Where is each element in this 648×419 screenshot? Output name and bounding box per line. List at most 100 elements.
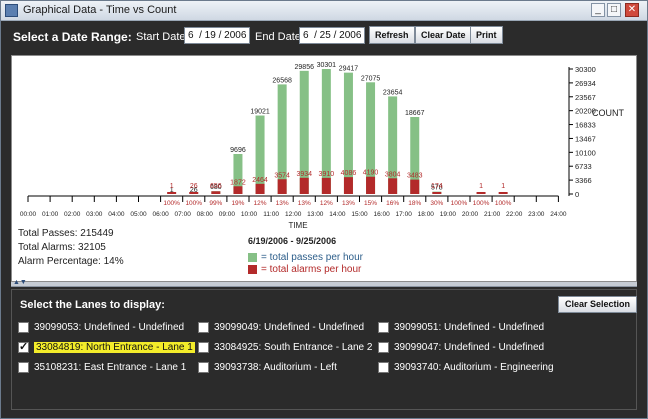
alarms-data-label: 174	[431, 183, 443, 190]
lane-checkbox[interactable]	[198, 361, 209, 373]
x-tick-label: 18:00	[418, 211, 435, 218]
lane-label: 35108231: East Entrance - Lane 1	[34, 361, 187, 373]
alarm-percentage: Alarm Percentage: 14%	[18, 256, 124, 267]
window-title: Graphical Data - Time vs Count	[23, 4, 177, 16]
x-tick-label: 16:00	[373, 211, 390, 218]
alarm-percent-label: 100%	[163, 200, 180, 207]
lane-option[interactable]: 39099047: Undefined - Undefined	[378, 340, 544, 354]
x-tick-label: 22:00	[506, 211, 523, 218]
alarms-data-label: 1	[479, 183, 483, 190]
alarms-data-label: 1872	[230, 179, 246, 186]
lane-label: 39093738: Auditorium - Left	[214, 361, 337, 373]
alarms-data-label: 3804	[385, 171, 401, 178]
lane-checkbox[interactable]	[18, 361, 29, 373]
lane-option[interactable]: 35108231: East Entrance - Lane 1	[18, 360, 186, 374]
lane-option[interactable]: 33084925: South Entrance - Lane 2	[198, 340, 372, 354]
alarm-percent-label: 100%	[495, 200, 512, 207]
lane-checkbox[interactable]	[198, 321, 209, 333]
lane-checkbox[interactable]	[378, 361, 389, 373]
x-tick-label: 15:00	[351, 211, 368, 218]
lanes-panel: Select the Lanes to display: Clear Selec…	[11, 289, 638, 410]
alarms-data-label: 656	[210, 183, 222, 190]
x-tick-label: 02:00	[64, 211, 81, 218]
panel-splitter[interactable]: ▲▼	[11, 279, 637, 287]
legend-alarms-swatch	[248, 264, 257, 274]
lane-option[interactable]: 39099053: Undefined - Undefined	[18, 320, 184, 334]
lane-option[interactable]: 39093740: Auditorium - Engineering	[378, 360, 554, 374]
lane-label: 39099051: Undefined - Undefined	[394, 321, 545, 333]
splitter-arrow-icon[interactable]: ▲▼	[13, 279, 27, 286]
x-tick-label: 10:00	[241, 211, 258, 218]
lane-label: 39099049: Undefined - Undefined	[214, 321, 365, 333]
chart-panel: 30300 26934 23567 20200 16833 13467 10100 6733 3…	[11, 55, 637, 282]
alarm-percent-label: 13%	[276, 200, 289, 207]
alarm-percent-label: 100%	[185, 200, 202, 207]
lane-label: 39099047: Undefined - Undefined	[394, 341, 545, 353]
x-tick-label: 06:00	[152, 211, 169, 218]
alarms-data-label: 4190	[363, 170, 379, 177]
alarms-bar	[366, 176, 376, 194]
date-range-label: Select a Date Range:	[13, 30, 132, 44]
start-date-input[interactable]	[184, 27, 250, 44]
alarm-percent-label: 100%	[473, 200, 490, 207]
alarms-data-label: 26	[190, 183, 198, 190]
lane-checkbox[interactable]	[198, 341, 209, 353]
passes-data-label: 18667	[405, 110, 425, 117]
alarms-data-label: 2464	[252, 177, 268, 184]
alarms-bar	[255, 183, 265, 194]
total-alarms: Total Alarms: 32105	[18, 242, 106, 253]
alarms-data-label: 1	[501, 183, 505, 190]
start-date-label: Start Date	[136, 31, 186, 43]
refresh-button[interactable]: Refresh	[369, 26, 415, 44]
alarm-percent-label: 15%	[364, 200, 377, 207]
passes-data-label: 29417	[339, 66, 359, 73]
lane-checkbox[interactable]	[378, 321, 389, 333]
lane-checkbox[interactable]	[378, 341, 389, 353]
lane-option[interactable]: 39099051: Undefined - Undefined	[378, 320, 544, 334]
passes-data-label: 27075	[361, 75, 381, 82]
passes-data-label: 9696	[230, 147, 246, 154]
print-button[interactable]: Print	[470, 26, 503, 44]
x-tick-label: 09:00	[219, 211, 236, 218]
passes-data-label: 26568	[272, 77, 292, 84]
lane-label: 33084925: South Entrance - Lane 2	[214, 341, 373, 353]
alarms-bar	[343, 177, 353, 194]
lane-checkbox[interactable]	[18, 321, 29, 333]
alarm-percent-label: 12%	[320, 200, 333, 207]
alarms-bar	[432, 192, 442, 194]
lanes-title: Select the Lanes to display:	[20, 299, 165, 311]
x-tick-label: 05:00	[130, 211, 147, 218]
y-axis-label: COUNT	[592, 108, 624, 118]
lane-option[interactable]: 39099049: Undefined - Undefined	[198, 320, 364, 334]
lane-checkbox[interactable]	[18, 340, 29, 353]
legend-alarms: = total alarms per hour	[248, 264, 361, 276]
x-tick-label: 12:00	[285, 211, 302, 218]
alarm-percent-label: 18%	[408, 200, 421, 207]
alarms-data-label: 1	[170, 183, 174, 190]
passes-data-label: 29856	[295, 64, 315, 71]
clear-date-button[interactable]: Clear Date	[415, 26, 472, 44]
clear-selection-button[interactable]: Clear Selection	[558, 296, 638, 313]
lane-option[interactable]: 39093738: Auditorium - Left	[198, 360, 337, 374]
x-tick-label: 24:00	[550, 211, 567, 218]
legend-passes: = total passes per hour	[248, 252, 363, 264]
lane-option[interactable]: 33084819: North Entrance - Lane 1	[18, 340, 195, 354]
alarms-bar	[476, 192, 486, 194]
y-tick-label: 3366	[575, 176, 592, 185]
minimize-icon[interactable]: _	[591, 3, 605, 17]
legend-passes-swatch	[248, 252, 257, 262]
x-tick-label: 01:00	[42, 211, 59, 218]
alarms-bar	[233, 186, 243, 194]
alarm-percent-label: 13%	[298, 200, 311, 207]
x-tick-label: 00:00	[20, 211, 37, 218]
x-tick-label: 20:00	[462, 211, 479, 218]
maximize-icon[interactable]: □	[607, 3, 621, 17]
end-date-input[interactable]	[299, 27, 365, 44]
y-tick-label: 6733	[575, 162, 592, 171]
y-tick-label: 16833	[575, 121, 596, 130]
close-icon[interactable]: ✕	[625, 3, 639, 17]
alarms-bar	[410, 179, 420, 194]
alarm-percent-label: 99%	[209, 200, 222, 207]
alarm-percent-label: 30%	[430, 200, 443, 207]
title-bar[interactable]: Graphical Data - Time vs Count _ □ ✕	[1, 1, 647, 21]
